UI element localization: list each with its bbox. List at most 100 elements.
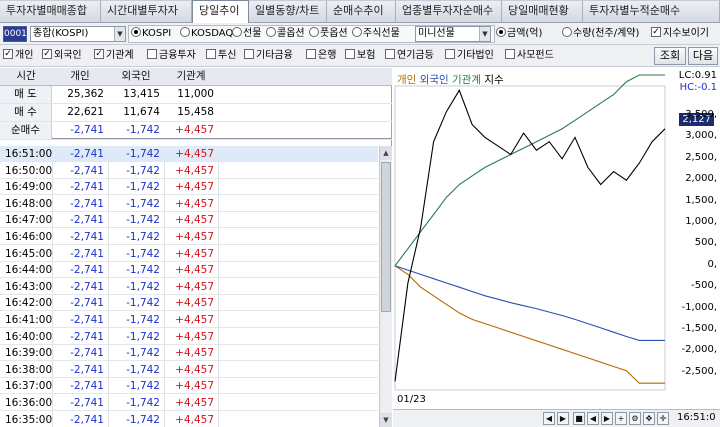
table-row[interactable]: 16:41:00 -2,741 -1,742 +4,457	[0, 312, 378, 328]
zoom-in-icon[interactable]: +	[615, 412, 627, 425]
checkbox-foreign-label: 외국인	[54, 50, 82, 61]
checkbox-icon	[94, 49, 104, 59]
checkbox-foreign[interactable]: 외국인	[42, 49, 82, 63]
checkbox-other-finance[interactable]: 기타금융	[244, 49, 293, 63]
table-row[interactable]: 16:45:00 -2,741 -1,742 +4,457	[0, 246, 378, 262]
checkbox-bank[interactable]: 은행	[306, 49, 336, 63]
first-icon[interactable]: ◀	[587, 412, 599, 425]
table-row[interactable]: 16:37:00 -2,741 -1,742 +4,457	[0, 378, 378, 395]
table-row[interactable]: 16:40:00 -2,741 -1,742 +4,457	[0, 329, 378, 345]
checkbox-trust[interactable]: 투신	[206, 49, 236, 63]
checkbox-other-corp-label: 기타법인	[457, 50, 494, 61]
table-row[interactable]: 16:46:00 -2,741 -1,742 +4,457	[0, 229, 378, 245]
y-tick-label: 3,000,	[685, 130, 717, 142]
mini-futures-select[interactable]: 미니선물 ▼	[415, 26, 491, 42]
checkbox-private-fund-label: 사모펀드	[517, 50, 554, 61]
row-value: -2,741	[70, 264, 104, 277]
table-row[interactable]: 16:39:00 -2,741 -1,742 +4,457	[0, 345, 378, 362]
show-index-checkbox[interactable]: 지수보이기	[651, 27, 709, 41]
radio-put-option[interactable]: 풋옵션	[309, 27, 348, 41]
pause-icon[interactable]: ■	[573, 412, 585, 425]
row-time: 16:50:00	[5, 164, 53, 177]
radio-unit-qty[interactable]: 수량(천주/계약)	[562, 27, 639, 41]
checkbox-insurance[interactable]: 보험	[345, 49, 375, 63]
row-value: +4,457	[175, 314, 214, 326]
checkbox-financial-invest[interactable]: 금융투자	[147, 49, 196, 63]
chevron-down-icon[interactable]: ▼	[479, 27, 490, 41]
radio-kosdaq[interactable]: KOSDAQ	[180, 27, 233, 41]
tab-today-trend[interactable]: 당일추이	[192, 0, 249, 23]
row-value: -2,741	[70, 214, 104, 227]
scroll-up-icon[interactable]: ▲	[380, 146, 392, 160]
settings-icon[interactable]: ⚙	[629, 412, 641, 425]
row-value: -1,742	[126, 181, 160, 194]
scroll-down-icon[interactable]: ▼	[380, 413, 392, 427]
row-time: 16:40:00	[5, 330, 53, 343]
row-value: +4,457	[175, 181, 214, 194]
header-time: 시간	[16, 70, 36, 82]
table-row[interactable]: 16:36:00 -2,741 -1,742 +4,457	[0, 395, 378, 411]
checkbox-insurance-label: 보험	[357, 50, 376, 61]
last-icon[interactable]: ▶	[601, 412, 613, 425]
index-code-box[interactable]: 0001	[3, 26, 27, 42]
table-row[interactable]: 16:47:00 -2,741 -1,742 +4,457	[0, 212, 378, 229]
zoom-icon[interactable]: ▶	[557, 412, 569, 425]
radio-icon	[180, 27, 190, 37]
scroll-left-icon[interactable]: ◀	[543, 412, 555, 425]
table-row[interactable]: 16:42:00 -2,741 -1,742 +4,457	[0, 295, 378, 312]
row-value: -2,741	[70, 397, 104, 409]
row-value: -2,741	[70, 280, 104, 293]
y-tick-label: 2,000,	[685, 173, 717, 185]
checkbox-institution[interactable]: 기관계	[94, 49, 134, 63]
checkbox-financial-invest-label: 금융투자	[159, 50, 196, 61]
table-row[interactable]: 16:35:00 -2,741 -1,742 +4,457	[0, 412, 378, 427]
pan-icon[interactable]: ✥	[643, 412, 655, 425]
checkbox-individual-label: 개인	[15, 50, 34, 61]
row-value: +4,457	[175, 231, 214, 243]
table-row[interactable]: 16:49:00 -2,741 -1,742 +4,457	[0, 179, 378, 196]
radio-kospi[interactable]: KOSPI	[131, 27, 171, 41]
summary-value: 25,362	[67, 88, 104, 100]
tab-cumulative-net-buy[interactable]: 투자자별누적순매수	[583, 0, 720, 22]
query-button[interactable]: 조회	[654, 47, 686, 65]
chart-canvas	[394, 74, 666, 391]
crosshair-icon[interactable]: ✛	[657, 412, 669, 425]
tab-investor-summary[interactable]: 투자자별매매종합	[0, 0, 101, 22]
table-row[interactable]: 16:48:00 -2,741 -1,742 +4,457	[0, 196, 378, 212]
checkbox-private-fund[interactable]: 사모펀드	[505, 49, 554, 63]
checkbox-pension[interactable]: 연기금등	[385, 49, 434, 63]
chevron-down-icon[interactable]: ▼	[114, 27, 125, 41]
index-select[interactable]: 종합(KOSPI) ▼	[30, 26, 126, 42]
table-row[interactable]: 16:50:00 -2,741 -1,742 +4,457	[0, 163, 378, 179]
checkbox-individual[interactable]: 개인	[3, 49, 33, 63]
radio-unit-amount[interactable]: 금액(억)	[496, 27, 542, 41]
table-row[interactable]: 16:43:00 -2,741 -1,742 +4,457	[0, 279, 378, 295]
tab-daily-chart[interactable]: 일별동향/차트	[249, 0, 327, 22]
row-value: -2,741	[70, 231, 104, 243]
checkbox-other-corp[interactable]: 기타법인	[445, 49, 494, 63]
radio-futures[interactable]: 선물	[232, 27, 261, 41]
radio-call-option[interactable]: 콜옵션	[266, 27, 305, 41]
legend-institution: 기관계	[452, 74, 481, 86]
row-value: -1,742	[126, 148, 160, 160]
tab-sector-net-buy[interactable]: 업종별투자자순매수	[396, 0, 502, 22]
y-tick-label: -2,500,	[681, 365, 717, 377]
chart-navigation-bar: ◀ ▶ ■ ◀ ▶ + ⚙ ✥ ✛ 16:51:0	[393, 409, 720, 427]
scroll-thumb[interactable]	[381, 162, 391, 312]
checkbox-icon	[42, 49, 52, 59]
row-value: -2,741	[70, 363, 104, 376]
checkbox-icon	[306, 49, 316, 59]
vertical-scrollbar[interactable]: ▲ ▼	[379, 146, 392, 427]
row-value: -2,741	[70, 413, 104, 426]
y-tick-label: -500,	[691, 280, 717, 292]
tab-time-investor[interactable]: 시간대별투자자	[101, 0, 192, 22]
row-value: -2,741	[70, 164, 104, 177]
investor-table-panel: 시간 개인 외국인 기관계 매 도 25,362 13,415 11,000 매…	[0, 68, 392, 427]
table-row[interactable]: 16:38:00 -2,741 -1,742 +4,457	[0, 362, 378, 378]
radio-stock-futures[interactable]: 주식선물	[352, 27, 400, 41]
tab-today-trading[interactable]: 당일매매현황	[502, 0, 583, 22]
tab-net-buy-trend[interactable]: 순매수추이	[327, 0, 396, 22]
table-row[interactable]: 16:51:00 -2,741 -1,742 +4,457	[0, 146, 378, 162]
table-row[interactable]: 16:44:00 -2,741 -1,742 +4,457	[0, 262, 378, 279]
next-button[interactable]: 다음	[688, 47, 718, 65]
